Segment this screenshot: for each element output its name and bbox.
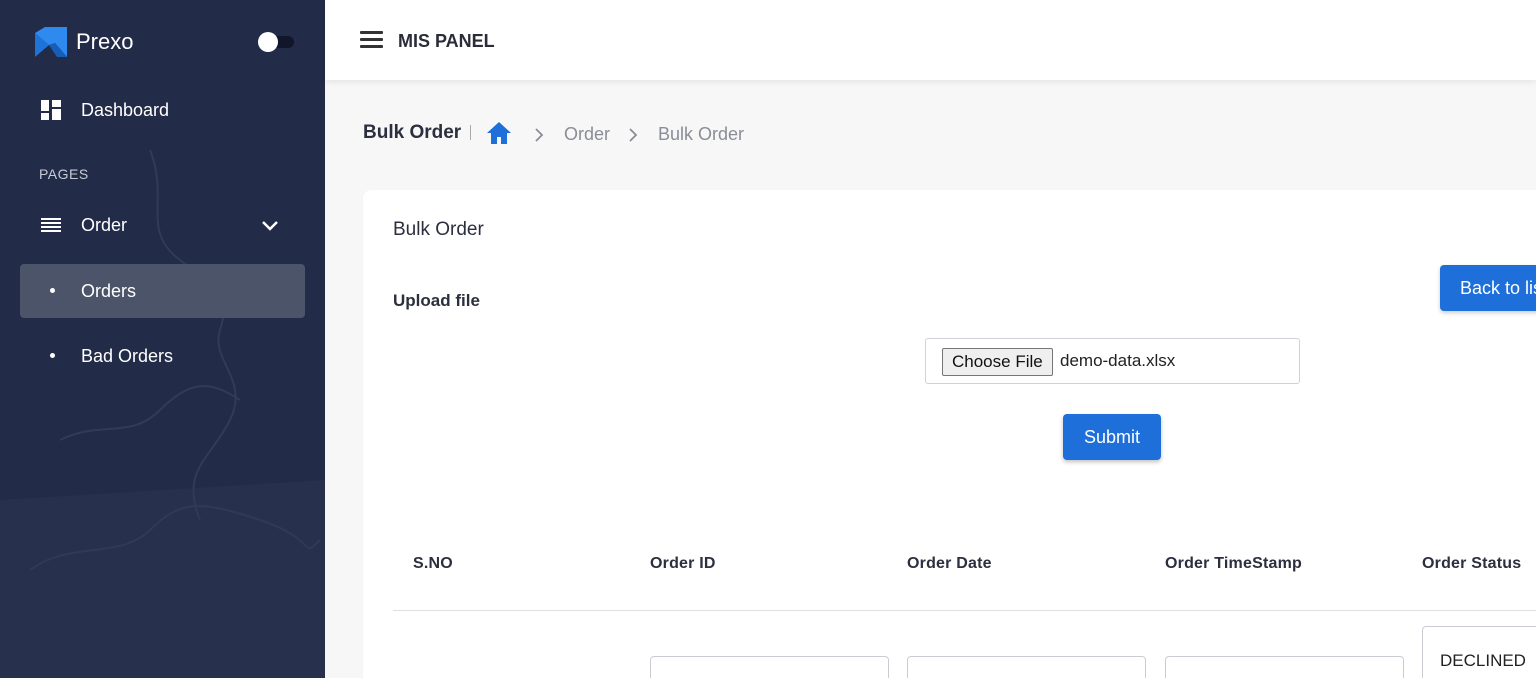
sidebar-item-order[interactable]: Order (20, 198, 305, 252)
brand[interactable]: Prexo (35, 26, 133, 58)
breadcrumb-divider (470, 125, 471, 140)
home-icon[interactable] (486, 121, 512, 145)
chevron-right-icon (535, 128, 544, 142)
column-header-order-status: Order Status (1422, 555, 1522, 572)
order-status-field[interactable]: DECLINED (1422, 626, 1536, 678)
page-title: Bulk Order (363, 122, 462, 143)
card-title: Bulk Order (393, 219, 484, 240)
sidebar-item-orders[interactable]: Orders (20, 264, 305, 318)
order-timestamp-input[interactable] (1165, 656, 1404, 678)
order-status-value: DECLINED (1440, 651, 1526, 670)
sidebar-item-label: Bad Orders (81, 345, 174, 366)
prexo-logo-icon (35, 27, 67, 57)
breadcrumb-order[interactable]: Order (564, 124, 610, 145)
column-header-sno: S.NO (413, 555, 453, 572)
selected-file-name: demo-data.xlsx (1060, 351, 1176, 370)
bullet-icon (50, 353, 55, 358)
column-header-order-id: Order ID (650, 555, 716, 572)
brand-name: Prexo (76, 29, 134, 54)
column-header-order-date: Order Date (907, 555, 992, 572)
topbar: MIS PANEL (325, 0, 1536, 80)
column-header-order-timestamp: Order TimeStamp (1165, 555, 1302, 572)
file-input[interactable]: Choose File demo-data.xlsx (925, 338, 1300, 384)
order-id-input[interactable] (650, 656, 889, 678)
sidebar-item-dashboard[interactable]: Dashboard (20, 83, 305, 137)
menu-icon[interactable] (360, 29, 384, 51)
breadcrumb-bulk-order: Bulk Order (658, 124, 745, 144)
sidebar-item-label: Dashboard (81, 99, 170, 120)
toggle-knob (258, 32, 278, 52)
submit-button[interactable]: Submit (1063, 414, 1161, 460)
bulk-order-card (363, 190, 1536, 678)
chevron-down-icon (262, 221, 278, 231)
list-icon (40, 214, 62, 236)
sidebar-item-label: Order (81, 214, 128, 235)
upload-label: Upload file (393, 291, 480, 310)
sidebar-item-bad-orders[interactable]: Bad Orders (20, 329, 305, 383)
choose-file-button[interactable]: Choose File (942, 348, 1053, 376)
theme-toggle[interactable] (256, 32, 294, 52)
order-date-input[interactable] (907, 656, 1146, 678)
sidebar-item-label: Orders (81, 280, 137, 301)
table-header-divider (393, 610, 1536, 611)
sidebar-section-label: PAGES (39, 166, 89, 182)
bullet-icon (50, 288, 55, 293)
sidebar: Prexo Dashboard PAGES Order Orders Bad O… (0, 0, 325, 678)
back-to-list-button[interactable]: Back to list (1440, 265, 1536, 311)
chevron-right-icon (629, 128, 638, 142)
panel-title: MIS PANEL (398, 31, 495, 51)
dashboard-icon (40, 99, 62, 121)
